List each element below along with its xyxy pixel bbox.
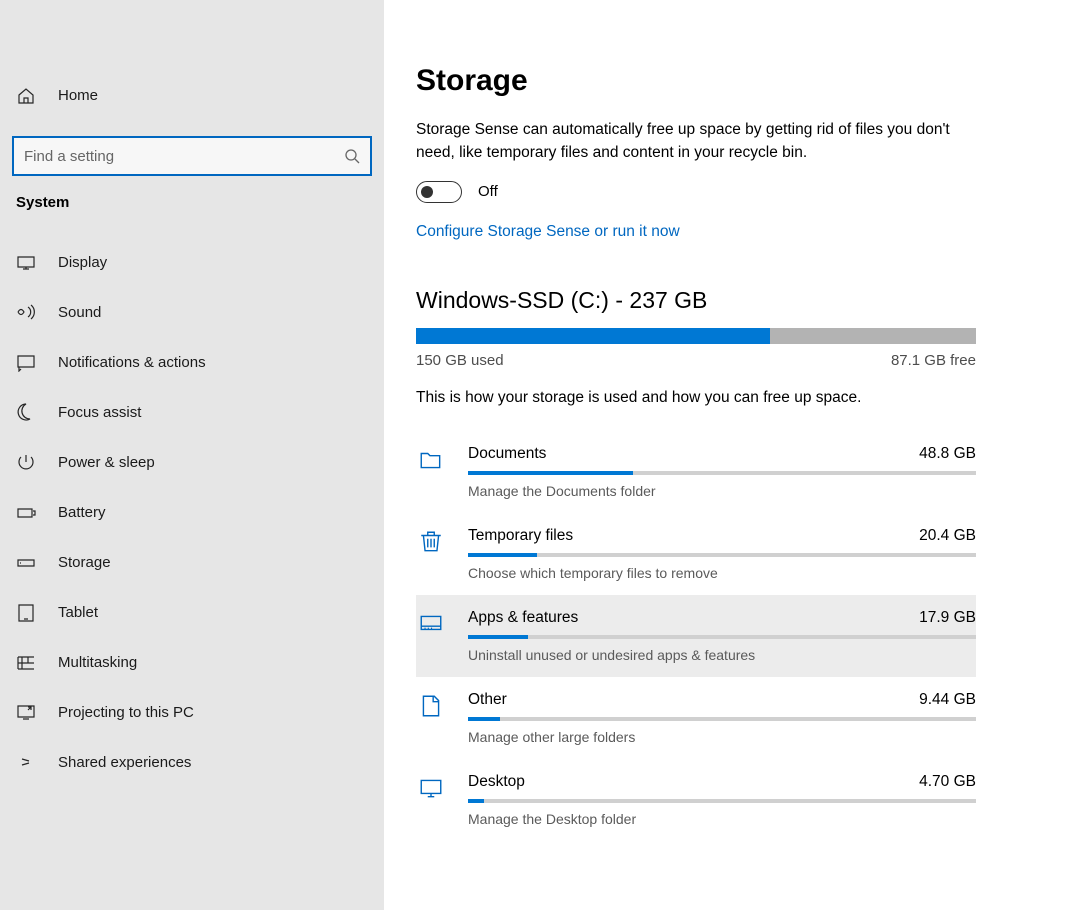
usage-description: This is how your storage is used and how… — [416, 389, 1043, 407]
sidebar-item-battery[interactable]: Battery — [0, 487, 384, 537]
sidebar-item-label: Battery — [58, 504, 106, 521]
sidebar-item-storage[interactable]: Storage — [0, 537, 384, 587]
category-bar — [468, 553, 976, 557]
sidebar: Home System Display Sound Notifications & … — [0, 0, 384, 910]
category-name: Documents — [468, 445, 546, 463]
sidebar-item-label: Sound — [58, 304, 101, 321]
sidebar-item-power-sleep[interactable]: Power & sleep — [0, 437, 384, 487]
storage-sense-toggle-label: Off — [478, 183, 498, 200]
sidebar-item-label: Shared experiences — [58, 754, 191, 771]
category-sub: Manage the Documents folder — [468, 483, 976, 499]
sidebar-item-label: Multitasking — [58, 654, 137, 671]
drive-used-label: 150 GB used — [416, 352, 504, 369]
category-other[interactable]: Other 9.44 GB Manage other large folders — [416, 677, 976, 759]
sidebar-home[interactable]: Home — [0, 70, 384, 120]
sidebar-item-tablet[interactable]: Tablet — [0, 587, 384, 637]
sidebar-item-notifications[interactable]: Notifications & actions — [0, 337, 384, 387]
category-size: 4.70 GB — [919, 773, 976, 791]
search-input[interactable] — [14, 138, 370, 174]
drive-usage-labels: 150 GB used 87.1 GB free — [416, 352, 976, 369]
storage-sense-toggle-row: Off — [416, 181, 1043, 203]
storage-sense-toggle[interactable] — [416, 181, 462, 203]
sidebar-item-projecting[interactable]: Projecting to this PC — [0, 687, 384, 737]
category-bar — [468, 717, 976, 721]
sidebar-item-label: Tablet — [58, 604, 98, 621]
category-documents[interactable]: Documents 48.8 GB Manage the Documents fol… — [416, 431, 976, 513]
sidebar-nav-list: Display Sound Notifications & actions Focus… — [0, 237, 384, 787]
category-name: Temporary files — [468, 527, 573, 545]
battery-icon — [16, 502, 36, 522]
category-bar — [468, 635, 976, 639]
category-sub: Choose which temporary files to remove — [468, 565, 976, 581]
sidebar-section-label: System — [0, 194, 384, 223]
sidebar-item-label: Display — [58, 254, 107, 271]
sidebar-item-shared-exp[interactable]: Shared experiences — [0, 737, 384, 787]
sidebar-item-sound[interactable]: Sound — [0, 287, 384, 337]
sidebar-item-focus-assist[interactable]: Focus assist — [0, 387, 384, 437]
category-size: 20.4 GB — [919, 527, 976, 545]
storage-sense-description: Storage Sense can automatically free up … — [416, 118, 976, 165]
home-icon — [16, 85, 36, 105]
content-pane: Storage Storage Sense can automatically … — [384, 0, 1075, 910]
sidebar-item-display[interactable]: Display — [0, 237, 384, 287]
category-bar — [468, 799, 976, 803]
category-size: 17.9 GB — [919, 609, 976, 627]
projecting-icon — [16, 702, 36, 722]
sound-icon — [16, 302, 36, 322]
category-name: Desktop — [468, 773, 525, 791]
home-label: Home — [58, 87, 98, 104]
sidebar-item-label: Projecting to this PC — [58, 704, 194, 721]
category-name: Apps & features — [468, 609, 578, 627]
page-title: Storage — [416, 64, 1043, 98]
apps-icon — [416, 609, 446, 639]
category-bar — [468, 471, 976, 475]
documents-icon — [416, 445, 446, 475]
desktop-icon — [416, 773, 446, 803]
other-icon — [416, 691, 446, 721]
drive-usage-bar — [416, 328, 976, 344]
drive-free-label: 87.1 GB free — [891, 352, 976, 369]
drive-title: Windows-SSD (C:) - 237 GB — [416, 287, 1043, 314]
category-sub: Manage other large folders — [468, 729, 976, 745]
category-name: Other — [468, 691, 507, 709]
search-box[interactable] — [12, 136, 372, 176]
category-list: Documents 48.8 GB Manage the Documents fol… — [416, 431, 976, 841]
configure-storage-sense-link[interactable]: Configure Storage Sense or run it now — [416, 223, 680, 241]
sidebar-item-label: Focus assist — [58, 404, 141, 421]
sidebar-item-label: Notifications & actions — [58, 354, 206, 371]
display-icon — [16, 252, 36, 272]
search-icon — [344, 148, 360, 164]
category-sub: Uninstall unused or undesired apps & fea… — [468, 647, 976, 663]
power-sleep-icon — [16, 452, 36, 472]
tablet-icon — [16, 602, 36, 622]
category-desktop[interactable]: Desktop 4.70 GB Manage the Desktop folder — [416, 759, 976, 841]
category-apps[interactable]: Apps & features 17.9 GB Uninstall unused o… — [416, 595, 976, 677]
multitasking-icon — [16, 652, 36, 672]
sidebar-item-multitasking[interactable]: Multitasking — [0, 637, 384, 687]
sidebar-item-label: Power & sleep — [58, 454, 155, 471]
focus-assist-icon — [16, 402, 36, 422]
notifications-icon — [16, 352, 36, 372]
storage-icon — [16, 552, 36, 572]
category-sub: Manage the Desktop folder — [468, 811, 976, 827]
shared-exp-icon — [16, 752, 36, 772]
category-size: 48.8 GB — [919, 445, 976, 463]
category-size: 9.44 GB — [919, 691, 976, 709]
sidebar-item-label: Storage — [58, 554, 111, 571]
temp-icon — [416, 527, 446, 557]
category-temp[interactable]: Temporary files 20.4 GB Choose which tempo… — [416, 513, 976, 595]
